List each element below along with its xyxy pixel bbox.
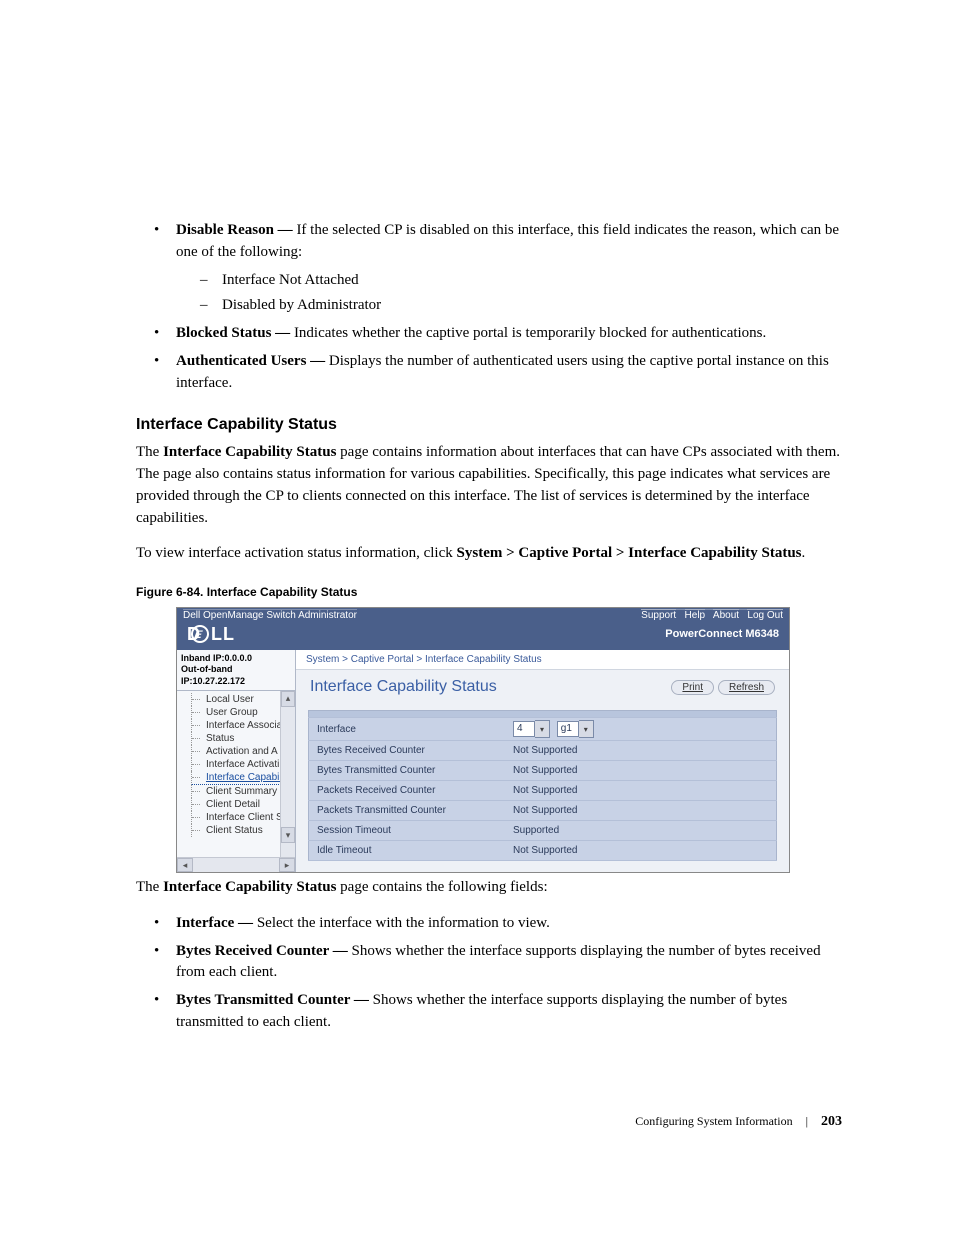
app-title: Dell OpenManage Switch Administrator — [183, 609, 357, 621]
refresh-button[interactable]: Refresh — [718, 680, 775, 695]
sidebar: Inband IP:0.0.0.0 Out-of-band IP:10.27.2… — [177, 650, 296, 872]
term: Blocked Status — — [176, 325, 294, 341]
row-label: Packets Received Counter — [309, 781, 506, 801]
capability-table: Interface 4▾ g1▾ Bytes Received CounterN… — [308, 710, 777, 861]
app-titlebar: Dell OpenManage Switch Administrator Sup… — [177, 608, 789, 622]
scroll-up-icon[interactable]: ▴ — [281, 691, 295, 707]
table-row: Bytes Received CounterNot Supported — [309, 741, 777, 761]
bullet-list-bottom: Interface — Select the interface with th… — [136, 913, 842, 1034]
scroll-right-icon[interactable]: ▸ — [279, 858, 295, 872]
footer-section: Configuring System Information — [635, 1114, 792, 1128]
term: Bytes Received Counter — — [176, 943, 352, 959]
link-logout[interactable]: Log Out — [747, 609, 783, 621]
row-value: Not Supported — [505, 781, 777, 801]
table-row: Session TimeoutSupported — [309, 821, 777, 841]
inband-ip: Inband IP:0.0.0.0 — [181, 653, 291, 664]
nav-tree[interactable]: Local User User Group Interface Associa … — [177, 691, 295, 857]
page-number: 203 — [821, 1114, 842, 1129]
breadcrumb: System > Captive Portal > Interface Capa… — [296, 650, 789, 670]
link-about[interactable]: About — [713, 609, 739, 621]
link-help[interactable]: Help — [685, 609, 706, 621]
ip-box: Inband IP:0.0.0.0 Out-of-band IP:10.27.2… — [177, 650, 295, 691]
chevron-down-icon[interactable]: ▾ — [579, 720, 594, 738]
row-value: Not Supported — [505, 761, 777, 781]
port-select[interactable]: g1▾ — [557, 720, 594, 738]
bullet-interface: Interface — Select the interface with th… — [136, 913, 842, 935]
row-value: Not Supported — [505, 801, 777, 821]
paragraph-1: The Interface Capability Status page con… — [136, 442, 842, 529]
row-label: Idle Timeout — [309, 841, 506, 861]
table-row: Bytes Transmitted CounterNot Supported — [309, 761, 777, 781]
scroll-left-icon[interactable]: ◂ — [177, 858, 193, 872]
page-title: Interface Capability Status — [310, 678, 497, 696]
term: Bytes Transmitted Counter — — [176, 992, 373, 1008]
bullet-blocked-status: Blocked Status — Indicates whether the c… — [136, 323, 842, 345]
print-button[interactable]: Print — [671, 680, 714, 695]
paragraph-3: The Interface Capability Status page con… — [136, 877, 842, 899]
sub-item: Disabled by Administrator — [200, 295, 842, 317]
scroll-down-icon[interactable]: ▾ — [281, 827, 295, 843]
chevron-down-icon[interactable]: ▾ — [535, 720, 550, 738]
desc: Indicates whether the captive portal is … — [294, 325, 766, 341]
embedded-screenshot: Dell OpenManage Switch Administrator Sup… — [176, 607, 790, 873]
paragraph-2: To view interface activation status info… — [136, 543, 842, 565]
table-row: Idle TimeoutNot Supported — [309, 841, 777, 861]
oob-ip: Out-of-band IP:10.27.22.172 — [181, 664, 291, 687]
term: Disable Reason — — [176, 222, 296, 238]
row-value: Supported — [505, 821, 777, 841]
link-support[interactable]: Support — [641, 609, 676, 621]
bullet-auth-users: Authenticated Users — Displays the numbe… — [136, 351, 842, 395]
row-value: Not Supported — [505, 841, 777, 861]
row-value: Not Supported — [505, 741, 777, 761]
bullet-bytes-received: Bytes Received Counter — Shows whether t… — [136, 941, 842, 985]
row-label: Bytes Transmitted Counter — [309, 761, 506, 781]
table-row: Packets Transmitted CounterNot Supported — [309, 801, 777, 821]
bullet-disable-reason: Disable Reason — If the selected CP is d… — [136, 220, 842, 317]
product-name: PowerConnect M6348 — [665, 628, 779, 640]
desc: Select the interface with the informatio… — [257, 915, 550, 931]
unit-select[interactable]: 4▾ — [513, 720, 550, 738]
sub-item: Interface Not Attached — [200, 270, 842, 292]
row-label: Session Timeout — [309, 821, 506, 841]
page-footer: Configuring System Information | 203 — [136, 1114, 842, 1130]
bullet-list-top: Disable Reason — If the selected CP is d… — [136, 220, 842, 394]
row-label: Interface — [309, 718, 506, 741]
horizontal-scrollbar[interactable]: ◂ ▸ — [177, 857, 295, 872]
figure-caption: Figure 6-84. Interface Capability Status — [136, 585, 842, 599]
table-row: Packets Received CounterNot Supported — [309, 781, 777, 801]
svg-text:LL: LL — [211, 624, 235, 644]
titlebar-links: Support Help About Log Out — [641, 609, 783, 621]
logo-bar: DELL PowerConnect M6348 — [177, 622, 789, 650]
row-label: Bytes Received Counter — [309, 741, 506, 761]
row-label: Packets Transmitted Counter — [309, 801, 506, 821]
term: Authenticated Users — — [176, 353, 329, 369]
divider-icon: | — [806, 1114, 808, 1128]
dell-logo-icon: DELL — [187, 624, 249, 644]
main-panel: System > Captive Portal > Interface Capa… — [296, 650, 789, 872]
interface-selector-cell: 4▾ g1▾ — [505, 718, 777, 741]
vertical-scrollbar[interactable]: ▴ ▾ — [280, 691, 295, 857]
scroll-track[interactable] — [193, 858, 279, 872]
sub-list: Interface Not Attached Disabled by Admin… — [200, 270, 842, 318]
term: Interface — — [176, 915, 257, 931]
section-heading: Interface Capability Status — [136, 416, 842, 434]
bullet-bytes-transmitted: Bytes Transmitted Counter — Shows whethe… — [136, 990, 842, 1034]
table-row: Interface 4▾ g1▾ — [309, 718, 777, 741]
